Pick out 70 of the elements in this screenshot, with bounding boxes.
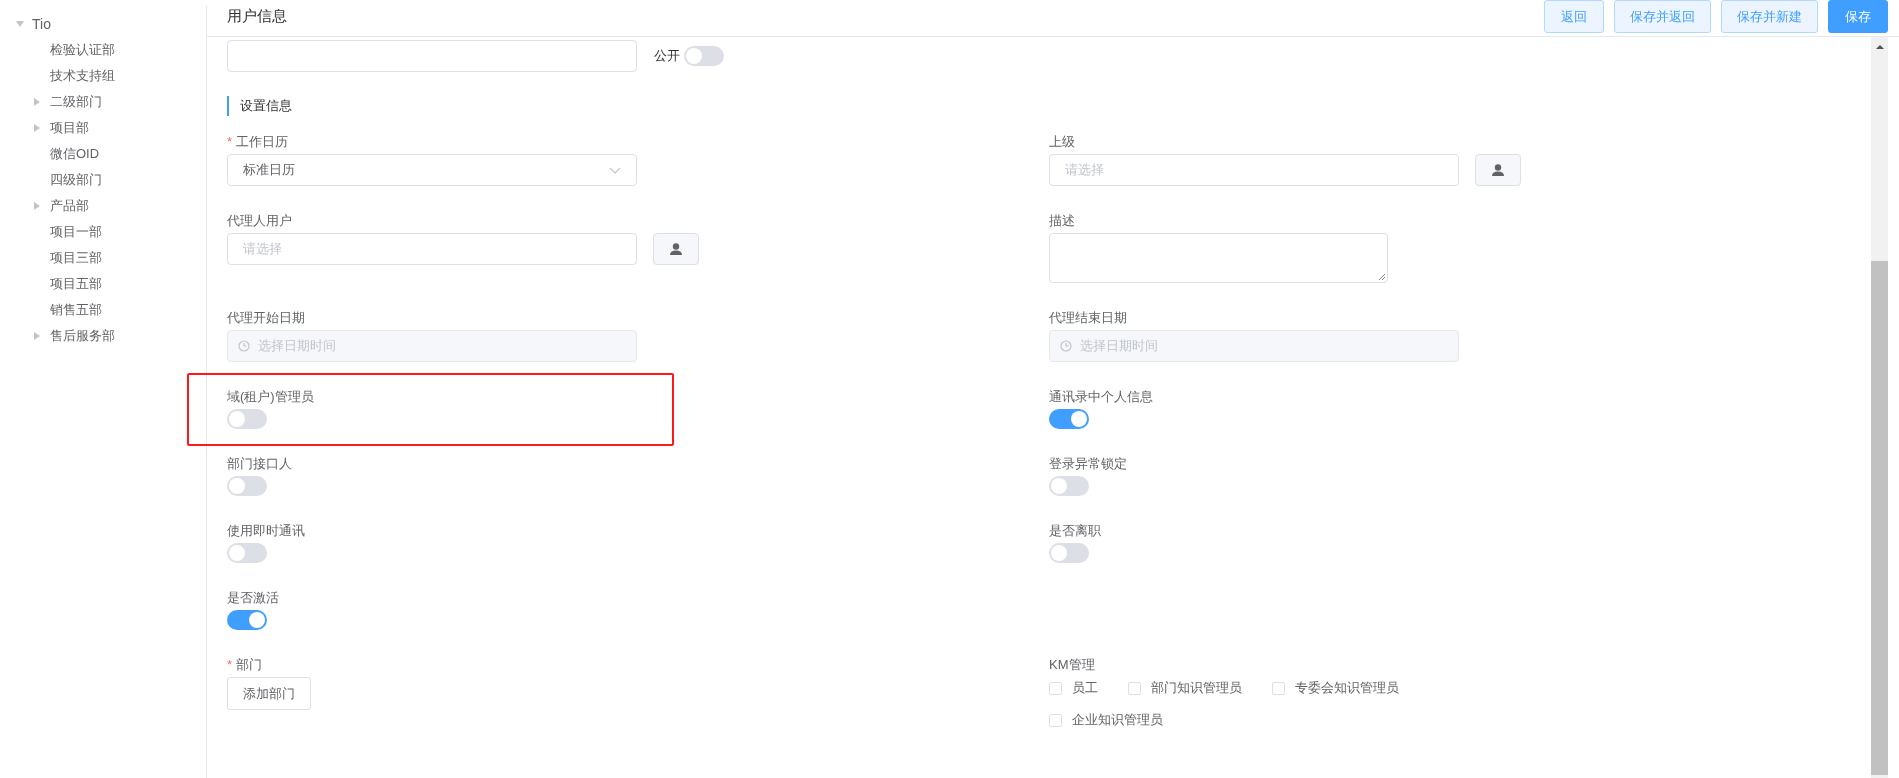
checkbox-label: 部门知识管理员 — [1151, 679, 1242, 697]
checkbox[interactable] — [1049, 713, 1062, 727]
resize-handle-icon — [1378, 273, 1386, 281]
field-label: 域(租户)管理员 — [227, 387, 314, 406]
field-label: 上级 — [1049, 132, 1075, 151]
caret-icon[interactable] — [34, 202, 40, 210]
tree-item[interactable]: 四级部门 — [50, 171, 102, 189]
tree-item[interactable]: 项目三部 — [50, 249, 102, 267]
person-icon — [670, 243, 682, 255]
field-label: KM管理 — [1049, 655, 1095, 674]
tree-item[interactable]: Tio — [32, 16, 51, 32]
clock-icon — [1060, 340, 1072, 352]
toggle-switch[interactable] — [1049, 476, 1089, 496]
toggle-switch[interactable] — [227, 610, 267, 630]
toggle-switch[interactable] — [1049, 409, 1089, 429]
toggle-switch[interactable] — [1049, 543, 1089, 563]
checkbox-label: 专委会知识管理员 — [1295, 679, 1399, 697]
page-title: 用户信息 — [227, 6, 287, 26]
field-label: 使用即时通讯 — [227, 521, 305, 540]
caret-icon[interactable] — [34, 332, 40, 340]
chevron-down-icon — [609, 166, 621, 174]
field-label: 是否离职 — [1049, 521, 1101, 540]
checkbox-label: 员工 — [1072, 679, 1098, 697]
checkbox-label: 企业知识管理员 — [1072, 711, 1163, 729]
section-marker — [227, 96, 229, 116]
tree-item[interactable]: 售后服务部 — [50, 327, 115, 345]
user-picker-button[interactable] — [653, 233, 699, 265]
checkbox[interactable] — [1049, 681, 1062, 695]
add-department-button[interactable]: 添加部门 — [227, 677, 311, 710]
checkbox[interactable] — [1272, 681, 1285, 695]
caret-icon[interactable] — [16, 21, 24, 27]
tree-item[interactable]: 微信OID — [50, 145, 100, 163]
person-icon — [1492, 164, 1504, 176]
tree-item[interactable]: 技术支持组 — [50, 67, 115, 85]
scrollbar-thumb[interactable] — [1871, 261, 1888, 775]
toggle-switch[interactable] — [227, 409, 267, 429]
field-label: 部门接口人 — [227, 454, 292, 473]
required-mark: * — [227, 134, 233, 149]
toggle-switch[interactable] — [684, 46, 724, 66]
tree-item[interactable]: 项目一部 — [50, 223, 102, 241]
scroll-up-icon[interactable] — [1875, 45, 1884, 49]
field-label: 登录异常锁定 — [1049, 454, 1127, 473]
field-label: 描述 — [1049, 211, 1075, 230]
toggle-switch[interactable] — [227, 543, 267, 563]
caret-icon[interactable] — [34, 124, 40, 132]
field-label: 代理人用户 — [227, 211, 292, 230]
select-field[interactable]: 标准日历 — [227, 154, 637, 186]
tree-item[interactable]: 检验认证部 — [50, 41, 115, 59]
toggle-switch[interactable] — [227, 476, 267, 496]
tree-item[interactable]: 二级部门 — [50, 93, 102, 111]
field-label: 工作日历 — [236, 132, 289, 151]
field-label: 代理开始日期 — [227, 308, 305, 327]
scrollbar[interactable] — [1871, 37, 1888, 778]
user-picker-button[interactable] — [1475, 154, 1521, 186]
tree-item[interactable]: 项目五部 — [50, 275, 102, 293]
tree-item[interactable]: 产品部 — [50, 197, 89, 215]
section-title: 设置信息 — [240, 97, 292, 115]
tree-item[interactable]: 项目部 — [50, 119, 89, 137]
tree-item[interactable]: 销售五部 — [50, 301, 102, 319]
field-label: 公开 — [654, 47, 680, 65]
text-area[interactable] — [1049, 233, 1388, 283]
field-label: 通讯录中个人信息 — [1049, 387, 1153, 406]
field-label: 是否激活 — [227, 588, 279, 607]
field-label: 部门 — [236, 655, 263, 674]
clock-icon — [238, 340, 250, 352]
field-label: 代理结束日期 — [1049, 308, 1127, 327]
checkbox[interactable] — [1128, 681, 1141, 695]
text-field[interactable] — [227, 40, 637, 72]
caret-icon[interactable] — [34, 98, 40, 106]
required-mark: * — [227, 657, 233, 672]
